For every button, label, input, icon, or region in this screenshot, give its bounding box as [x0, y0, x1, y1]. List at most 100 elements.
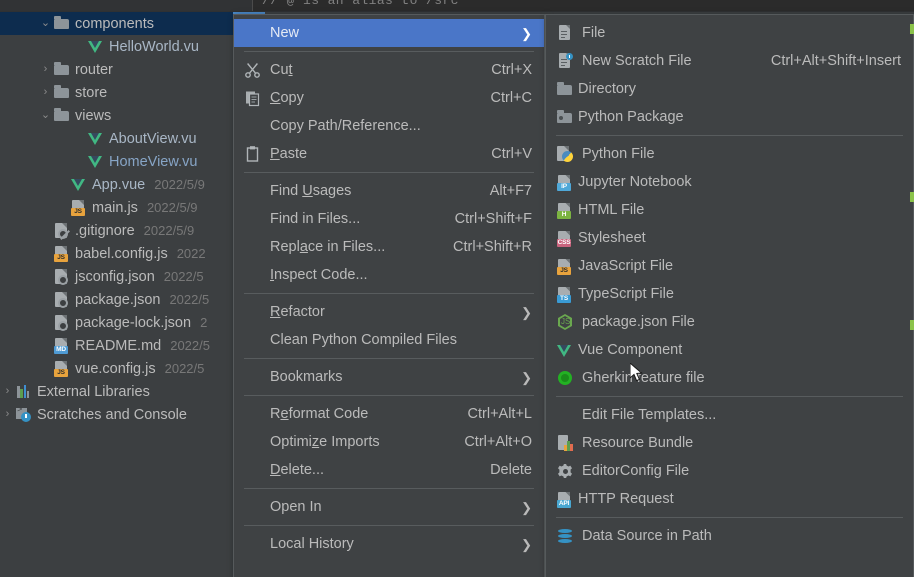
js-file-icon: JS — [556, 258, 573, 275]
menu-item-find-usages[interactable]: Find Usages Alt+F7 — [234, 177, 544, 205]
menu-item-clean-python-compiled-files[interactable]: Clean Python Compiled Files — [234, 326, 544, 354]
submenu-item-html-file[interactable]: H HTML File — [546, 196, 913, 224]
tree-row-label: AboutView.vu — [109, 130, 197, 147]
project-tree-panel[interactable]: ⌄ components HelloWorld.vu › router › store ⌄ v… — [0, 12, 233, 577]
tree-row[interactable]: JS main.js 2022/5/9 — [0, 196, 233, 219]
menu-item-local-history[interactable]: Local History ❯ — [234, 530, 544, 558]
tree-row[interactable]: › Scratches and Console — [0, 403, 233, 426]
submenu-item-editorconfig-file[interactable]: EditorConfig File — [546, 457, 913, 485]
tree-row-label: jsconfig.json — [75, 268, 155, 285]
submenu-item-http-request[interactable]: API HTTP Request — [546, 485, 913, 513]
submenu-item-directory[interactable]: Directory — [546, 75, 913, 103]
tree-row[interactable]: AboutView.vu — [0, 127, 233, 150]
tree-row[interactable]: › External Libraries — [0, 380, 233, 403]
gitignore-icon — [53, 222, 70, 239]
tree-row[interactable]: HelloWorld.vu — [0, 35, 233, 58]
submenu-item-javascript-file[interactable]: JS JavaScript File — [546, 252, 913, 280]
folder-icon — [53, 61, 70, 78]
node-json-icon: JS — [556, 313, 574, 331]
menu-item-copy-path-reference[interactable]: Copy Path/Reference... — [234, 112, 544, 140]
chevron-down-icon[interactable]: ⌄ — [38, 110, 53, 121]
submenu-item-jupyter-notebook[interactable]: IP Jupyter Notebook — [546, 168, 913, 196]
chevron-right-icon[interactable]: › — [38, 64, 53, 75]
menu-item-label: Resource Bundle — [582, 435, 694, 451]
tree-row[interactable]: JS vue.config.js 2022/5 — [0, 357, 233, 380]
json-file-icon — [53, 268, 70, 285]
menu-item-label: Jupyter Notebook — [578, 174, 692, 190]
menu-item-open-in[interactable]: Open In ❯ — [234, 493, 544, 521]
tree-row-timestamp: 2022 — [176, 246, 206, 261]
menu-item-cut[interactable]: Cut Ctrl+X — [234, 56, 544, 84]
tree-row[interactable]: package-lock.json 2 — [0, 311, 233, 334]
submenu-item-new-scratch-file[interactable]: New Scratch File Ctrl+Alt+Shift+Insert — [546, 47, 913, 75]
submenu-item-resource-bundle[interactable]: Resource Bundle — [546, 429, 913, 457]
menu-item-inspect-code[interactable]: Inspect Code... — [234, 261, 544, 289]
submenu-item-data-source-in-path[interactable]: Data Source in Path — [546, 522, 913, 550]
editor-marker — [910, 24, 914, 34]
tree-row-timestamp: 2022/5/9 — [154, 177, 205, 192]
tree-row-timestamp: 2022/5 — [169, 292, 210, 307]
tree-row-label: .gitignore — [75, 222, 135, 239]
context-menu[interactable]: New ❯ Cut Ctrl+X Copy Ctrl+C Copy Path/Referen… — [233, 14, 545, 577]
python-file-icon — [556, 145, 574, 163]
tree-row[interactable]: ⌄ components — [0, 12, 233, 35]
menu-separator — [244, 172, 534, 173]
menu-item-shortcut: Delete — [490, 462, 532, 478]
submenu-item-python-package[interactable]: Python Package — [546, 103, 913, 131]
menu-item-new[interactable]: New ❯ — [234, 19, 544, 47]
menu-item-label: Gherkin feature file — [582, 370, 705, 386]
submenu-item-stylesheet[interactable]: CSS Stylesheet — [546, 224, 913, 252]
submenu-item-package-json-file[interactable]: JS package.json File — [546, 308, 913, 336]
menu-item-copy[interactable]: Copy Ctrl+C — [234, 84, 544, 112]
tree-row[interactable]: .gitignore 2022/5/9 — [0, 219, 233, 242]
menu-item-shortcut: Ctrl+V — [491, 146, 532, 162]
tree-row[interactable]: package.json 2022/5 — [0, 288, 233, 311]
new-submenu[interactable]: File New Scratch File Ctrl+Alt+Shift+Inser… — [545, 14, 914, 577]
menu-item-delete[interactable]: Delete... Delete — [234, 456, 544, 484]
tree-row[interactable]: App.vue 2022/5/9 — [0, 173, 233, 196]
tree-row-label: main.js — [92, 199, 138, 216]
menu-item-label: Delete... — [270, 462, 325, 478]
vue-file-icon — [556, 342, 573, 359]
submenu-item-python-file[interactable]: Python File — [546, 140, 913, 168]
menu-item-refactor[interactable]: Refactor ❯ — [234, 298, 544, 326]
tree-row[interactable]: JS babel.config.js 2022 — [0, 242, 233, 265]
external-libraries-icon — [15, 383, 32, 400]
menu-item-label: New Scratch File — [582, 53, 692, 69]
submenu-item-typescript-file[interactable]: TS TypeScript File — [546, 280, 913, 308]
menu-item-optimize-imports[interactable]: Optimize Imports Ctrl+Alt+O — [234, 428, 544, 456]
scissors-icon — [244, 61, 262, 79]
menu-item-paste[interactable]: Paste Ctrl+V — [234, 140, 544, 168]
tree-row[interactable]: jsconfig.json 2022/5 — [0, 265, 233, 288]
submenu-item-file[interactable]: File — [546, 19, 913, 47]
menu-item-bookmarks[interactable]: Bookmarks ❯ — [234, 363, 544, 391]
chevron-right-icon[interactable]: › — [38, 87, 53, 98]
menu-item-label: HTML File — [578, 202, 645, 218]
submenu-item-gherkin-feature-file[interactable]: Gherkin feature file — [546, 364, 913, 392]
tree-row[interactable]: MD README.md 2022/5 — [0, 334, 233, 357]
menu-item-label: New — [270, 25, 300, 41]
chevron-right-icon: ❯ — [521, 369, 532, 385]
chevron-down-icon[interactable]: ⌄ — [38, 18, 53, 29]
folder-icon — [53, 107, 70, 124]
chevron-right-icon: ❯ — [521, 499, 532, 515]
tree-row[interactable]: ⌄ views — [0, 104, 233, 127]
menu-item-shortcut: Ctrl+Alt+Shift+Insert — [770, 53, 901, 69]
chevron-right-icon: ❯ — [521, 25, 532, 41]
menu-item-reformat-code[interactable]: Reformat Code Ctrl+Alt+L — [234, 400, 544, 428]
tree-row[interactable]: HomeView.vu — [0, 150, 233, 173]
tree-row[interactable]: › router — [0, 58, 233, 81]
tree-row[interactable]: › store — [0, 81, 233, 104]
submenu-item-edit-file-templates[interactable]: Edit File Templates... — [546, 401, 913, 429]
tree-row-timestamp: 2 — [200, 315, 208, 330]
tree-row-label: package-lock.json — [75, 314, 192, 331]
menu-item-replace-in-files[interactable]: Replace in Files... Ctrl+Shift+R — [234, 233, 544, 261]
chevron-right-icon[interactable]: › — [0, 409, 15, 420]
submenu-item-vue-component[interactable]: Vue Component — [546, 336, 913, 364]
chevron-right-icon[interactable]: › — [0, 386, 15, 397]
menu-item-find-in-files[interactable]: Find in Files... Ctrl+Shift+F — [234, 205, 544, 233]
